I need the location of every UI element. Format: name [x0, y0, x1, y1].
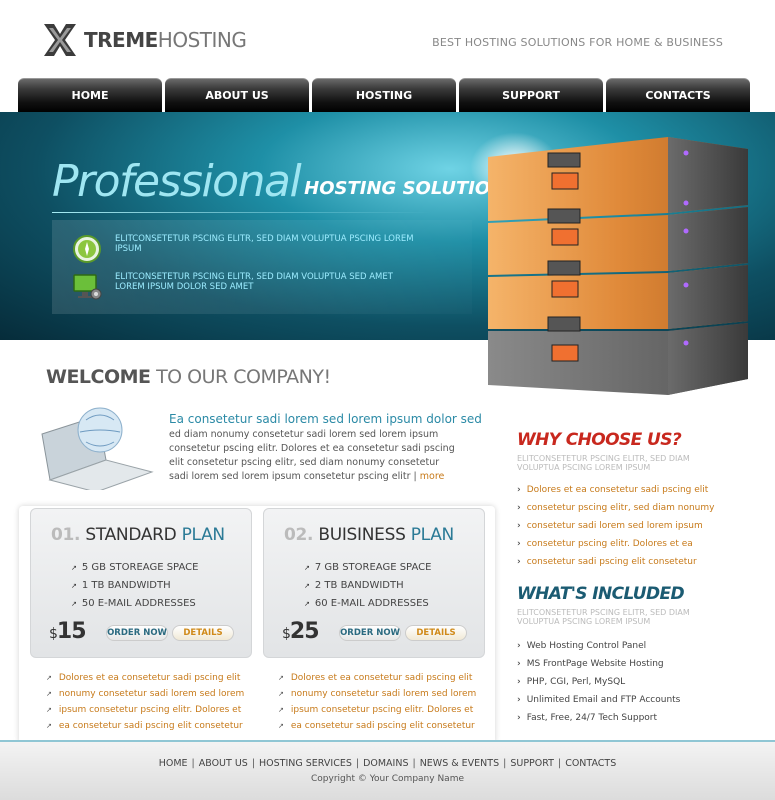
nav-contacts[interactable]: CONTACTS: [606, 78, 750, 112]
list-item-link[interactable]: nonumy consetetur sadi lorem sed lorem: [46, 686, 244, 702]
server-rack-image: [488, 137, 748, 395]
list-item-link[interactable]: Dolores et ea consetetur sadi pscing eli…: [517, 481, 714, 499]
plan-links-standard: Dolores et ea consetetur sadi pscing eli…: [46, 670, 244, 734]
intro-title: Ea consetetur sadi lorem sed lorem ipsum…: [169, 412, 482, 426]
more-link[interactable]: more: [420, 471, 445, 482]
footer-link-home[interactable]: HOME: [159, 758, 188, 769]
plan-price: $25: [282, 619, 320, 644]
logo-x-icon: [44, 24, 76, 56]
logo-wordmark: TREMEHOSTING: [84, 28, 247, 52]
plan-title: 02. BUISINESS PLAN: [284, 525, 454, 545]
list-item-link[interactable]: Dolores et ea consetetur sadi pscing eli…: [46, 670, 244, 686]
list-item-link[interactable]: ipsum consetetur pscing elitr. Dolores e…: [46, 702, 244, 718]
hero-feature-2-text: ELITCONSETETUR PSCING ELITR, SED DIAM VO…: [115, 272, 393, 292]
footer-link-about-us[interactable]: ABOUT US: [199, 758, 248, 769]
plan-feature: 60 E-MAIL ADDRESSES: [304, 595, 431, 613]
hero-feature-1-text: ELITCONSETETUR PSCING ELITR, SED DIAM VO…: [115, 234, 414, 254]
copyright: Copyright © Your Company Name: [311, 774, 464, 784]
list-item-link[interactable]: consetetur sadi pscing elit consetetur: [517, 553, 714, 571]
plan-feature-list: 7 GB STOREAGE SPACE 2 TB BANDWIDTH 60 E-…: [304, 559, 432, 613]
list-item: PHP, CGI, Perl, MySQL: [517, 673, 680, 691]
list-item-link[interactable]: nonumy consetetur sadi lorem sed lorem: [278, 686, 476, 702]
intro-body: ed diam nonumy consetetur sadi lorem sed…: [169, 429, 455, 482]
compass-icon: [73, 235, 101, 263]
footer-link-news-events[interactable]: NEWS & EVENTS: [420, 758, 499, 769]
details-button[interactable]: DETAILS: [172, 625, 234, 641]
order-now-button[interactable]: ORDER NOW: [339, 625, 401, 641]
nav-home[interactable]: HOME: [18, 78, 162, 112]
nav-about-us[interactable]: ABOUT US: [165, 78, 309, 112]
whats-included-list: Web Hosting Control Panel MS FrontPage W…: [517, 637, 681, 727]
list-item-link[interactable]: ipsum consetetur pscing elitr. Dolores e…: [278, 702, 476, 718]
footer-link-support[interactable]: SUPPORT: [510, 758, 554, 769]
nav-support[interactable]: SUPPORT: [459, 78, 603, 112]
logo[interactable]: TREMEHOSTING: [40, 18, 247, 62]
list-item-link[interactable]: consetetur sadi lorem sed lorem ipsum: [517, 517, 714, 535]
footer-link-domains[interactable]: DOMAINS: [363, 758, 408, 769]
footer-link-hosting-services[interactable]: HOSTING SERVICES: [259, 758, 352, 769]
list-item-link[interactable]: ea consetetur sadi pscing elit consetetu…: [46, 718, 244, 734]
footer-nav: HOME | ABOUT US | HOSTING SERVICES | DOMAINS | N…: [158, 758, 617, 769]
why-choose-us-title: WHY CHOOSE US?: [517, 430, 682, 450]
welcome-heading: WELCOME TO OUR COMPANY!: [46, 366, 331, 388]
list-item-link[interactable]: consetetur pscing elitr, sed diam nonumy: [517, 499, 715, 517]
list-item: MS FrontPage Website Hosting: [517, 655, 680, 673]
plan-card-business: 02. BUISINESS PLAN 7 GB STOREAGE SPACE 2…: [263, 508, 485, 658]
hero-feature-1: ELITCONSETETUR PSCING ELITR, SED DIAM VO…: [72, 234, 415, 264]
hero-title-main: Professional: [52, 156, 302, 207]
whats-included-subtitle: ELITCONSETETUR PSCING ELITR, SED DIAM VO…: [517, 608, 690, 626]
footer-link-contacts[interactable]: CONTACTS: [565, 758, 616, 769]
hero-feature-2: ELITCONSETETUR PSCING ELITR, SED DIAM VO…: [72, 272, 415, 302]
list-item: Fast, Free, 24/7 Tech Support: [517, 709, 680, 727]
hero-title: Professional HOSTING SOLUTIONS: [52, 160, 518, 204]
plan-feature: 1 TB BANDWIDTH: [71, 577, 198, 595]
why-choose-us-list: Dolores et ea consetetur sadi pscing eli…: [517, 481, 715, 571]
monitor-gear-icon: [73, 274, 102, 300]
nav-hosting[interactable]: HOSTING: [312, 78, 456, 112]
list-item-link[interactable]: ea consetetur sadi pscing elit consetetu…: [278, 718, 476, 734]
list-item: Web Hosting Control Panel: [517, 637, 680, 655]
plan-feature: 2 TB BANDWIDTH: [304, 577, 431, 595]
why-choose-us-subtitle: ELITCONSETETUR PSCING ELITR, SED DIAM VO…: [517, 454, 690, 472]
footer: HOME | ABOUT US | HOSTING SERVICES | DOMAINS | N…: [0, 740, 775, 800]
server-unit-top: [488, 137, 748, 221]
plan-card-standard: 01. STANDARD PLAN 5 GB STOREAGE SPACE 1 …: [30, 508, 252, 658]
tagline: BEST HOSTING SOLUTIONS FOR HOME & BUSINE…: [432, 36, 723, 49]
header: TREMEHOSTING BEST HOSTING SOLUTIONS FOR …: [0, 0, 775, 80]
list-item-link[interactable]: Dolores et ea consetetur sadi pscing eli…: [278, 670, 476, 686]
main-nav: HOME ABOUT US HOSTING SUPPORT CONTACTS: [18, 78, 750, 112]
plan-price: $15: [49, 619, 87, 644]
plan-feature: 7 GB STOREAGE SPACE: [304, 559, 432, 577]
hero-divider: [52, 212, 432, 213]
plan-feature: 5 GB STOREAGE SPACE: [71, 559, 199, 577]
list-item: Unlimited Email and FTP Accounts: [517, 691, 681, 709]
laptop-globe-image: [41, 407, 154, 490]
plan-feature-list: 5 GB STOREAGE SPACE 1 TB BANDWIDTH 50 E-…: [71, 559, 199, 613]
plan-links-business: Dolores et ea consetetur sadi pscing eli…: [278, 670, 476, 734]
plan-feature: 50 E-MAIL ADDRESSES: [71, 595, 198, 613]
order-now-button[interactable]: ORDER NOW: [106, 625, 168, 641]
plan-title: 01. STANDARD PLAN: [51, 525, 225, 545]
details-button[interactable]: DETAILS: [405, 625, 467, 641]
whats-included-title: WHAT'S INCLUDED: [517, 584, 685, 604]
list-item-link[interactable]: consetetur pscing elitr. Dolores et ea: [517, 535, 714, 553]
